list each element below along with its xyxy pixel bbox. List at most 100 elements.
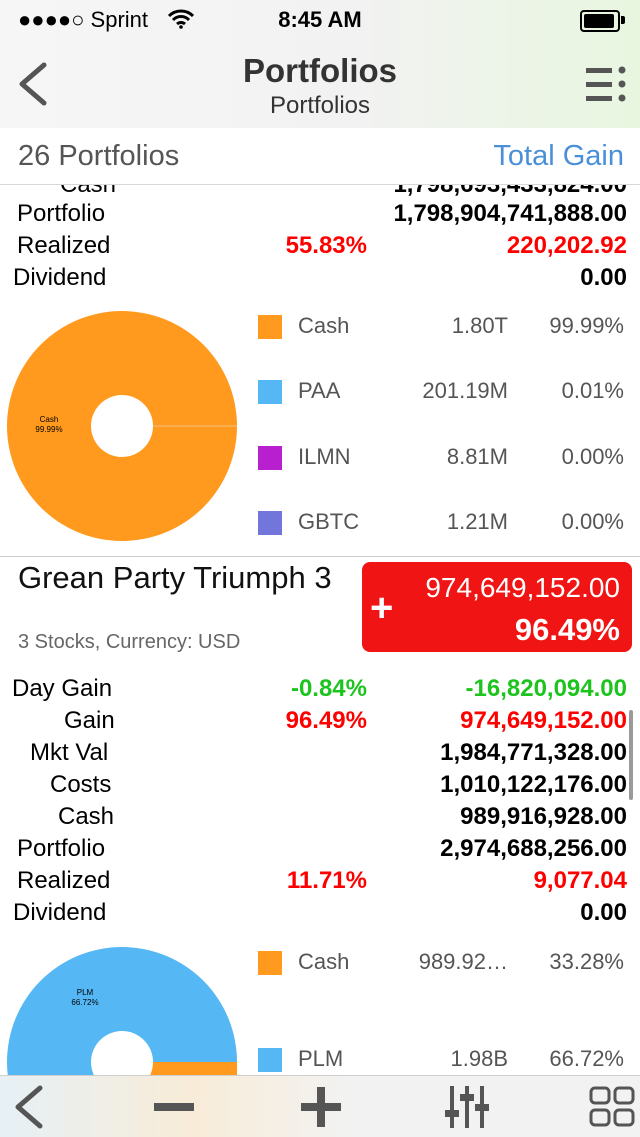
legend-item-cash[interactable]: Cash 989.92… 33.28% [258,949,628,981]
summary-row-costs: Costs 1,010,122,176.00 [0,771,640,803]
portfolio-name[interactable]: Grean Party Triumph 3 [18,561,348,595]
row-label: Realized [17,867,111,894]
row-value: 1,984,771,328.00 [440,739,627,766]
row-value: -16,820,094.00 [465,675,627,702]
plus-icon[interactable] [297,1084,345,1130]
row-label: Gain [64,707,115,734]
gain-value: 974,649,152.00 [425,572,620,603]
sliders-icon[interactable] [443,1084,491,1130]
row-value: 974,649,152.00 [460,707,627,734]
legend-name: Cash [298,313,350,338]
row-label: Dividend [13,264,107,291]
summary-row-dividend: Dividend 0.00 [0,264,640,296]
grid-icon[interactable] [588,1084,636,1130]
page-title: Portfolios [243,52,397,89]
row-label: Cash [58,803,115,830]
row-label: Mkt Val [30,739,109,766]
section-divider [0,556,640,557]
status-bar: ●●●●○ Sprint 8:45 AM [0,0,640,40]
pie-label-percent: 66.72% [71,998,98,1007]
row-percent: 55.83% [285,232,367,259]
row-percent: 96.49% [285,707,367,734]
legend-name: PAA [298,378,341,403]
legend-value: 1.21M [446,509,508,534]
row-label: Day Gain [12,675,113,702]
page-subtitle: Portfolios [269,92,371,119]
legend-percent: 0.00% [561,444,624,469]
summary-row-cash: Cash 989,916,928.00 [0,803,640,835]
row-label: Realized [17,232,111,259]
minus-icon[interactable] [150,1084,198,1130]
summary-row-portfolio: Portfolio 2,974,688,256.00 [0,835,640,867]
allocation-pie-chart[interactable]: Cash 99.99% [6,310,238,542]
summary-row-realized: Realized 11.71% 9,077.04 [0,867,640,899]
portfolio-subtitle: 3 Stocks, Currency: USD [18,631,241,653]
summary-row-gain: Gain 96.49% 974,649,152.00 [0,707,640,739]
gain-sign: + [370,586,394,630]
row-label: Cash [60,185,116,199]
legend-name: Cash [298,949,350,974]
color-swatch [258,511,282,535]
legend-percent: 33.28% [549,949,624,974]
row-value: 989,916,928.00 [460,803,627,830]
row-label: Portfolio [17,835,106,862]
row-value: 1,798,904,741,888.00 [393,200,627,227]
legend-name: PLM [298,1046,344,1071]
legend-percent: 99.99% [549,313,624,338]
total-gain-badge[interactable]: + 974,649,152.00 96.49% [362,562,632,652]
row-percent: 11.71% [286,867,367,894]
row-value: 9,077.04 [533,867,627,894]
portfolio-count: 26 Portfolios [18,140,180,172]
legend-item-plm[interactable]: PLM 1.98B 66.72% [258,1046,628,1075]
row-label: Costs [50,771,112,798]
gain-percent: 96.49% [514,612,620,647]
pie-label-name: Cash [40,415,59,424]
scroll-indicator[interactable] [629,710,633,800]
summary-row-day-gain: Day Gain -0.84% -16,820,094.00 [0,675,640,707]
legend-item-gbtc[interactable]: GBTC 1.21M 0.00% [258,509,628,541]
color-swatch [258,1048,282,1072]
list-header: 26 Portfolios Total Gain [0,128,640,185]
legend-percent: 66.72% [549,1046,624,1071]
legend-item-paa[interactable]: PAA 201.19M 0.01% [258,378,628,410]
battery-icon [580,10,620,32]
summary-row-realized: Realized 55.83% 220,202.92 [0,232,640,264]
back-icon[interactable] [6,1084,54,1130]
row-value: 2,974,688,256.00 [440,835,627,862]
legend-percent: 0.01% [561,378,624,403]
color-swatch [258,951,282,975]
row-value: 220,202.92 [506,232,627,259]
sort-total-gain-button[interactable]: Total Gain [493,140,624,173]
legend-value: 1.98B [450,1046,509,1071]
row-value: 0.00 [580,899,627,926]
row-label: Portfolio [17,200,106,227]
summary-row-portfolio: Portfolio 1,798,904,741,888.00 [0,200,640,232]
bottom-toolbar [0,1075,640,1137]
legend-value: 8.81M [446,444,508,469]
color-swatch [258,315,282,339]
legend-value: 1.80T [451,313,508,338]
color-swatch [258,380,282,404]
portfolio-list[interactable]: Cash 1,798,693,433,824.00 Portfolio 1,79… [0,185,640,1075]
row-value: 1,798,693,433,824.00 [393,185,627,199]
pie-label-percent: 99.99% [35,425,62,434]
row-percent: -0.84% [290,675,367,702]
row-value: 1,010,122,176.00 [440,771,627,798]
legend-value: 989.92… [418,949,508,974]
pie-label-name: PLM [77,988,94,997]
legend-item-ilmn[interactable]: ILMN 8.81M 0.00% [258,444,628,476]
color-swatch [258,446,282,470]
battery-tip [621,16,625,24]
summary-row-dividend: Dividend 0.00 [0,899,640,931]
summary-row-mkt-val: Mkt Val 1,984,771,328.00 [0,739,640,771]
allocation-pie-chart[interactable]: PLM 66.72% [6,946,238,1075]
row-label: Dividend [13,899,107,926]
clock: 8:45 AM [278,7,362,32]
legend-percent: 0.00% [561,509,624,534]
list-menu-icon[interactable] [584,64,628,106]
legend-item-cash[interactable]: Cash 1.80T 99.99% [258,313,628,345]
pie-hole [91,395,153,457]
legend-name: GBTC [298,509,360,534]
legend-name: ILMN [298,444,351,469]
row-value: 0.00 [580,264,627,291]
